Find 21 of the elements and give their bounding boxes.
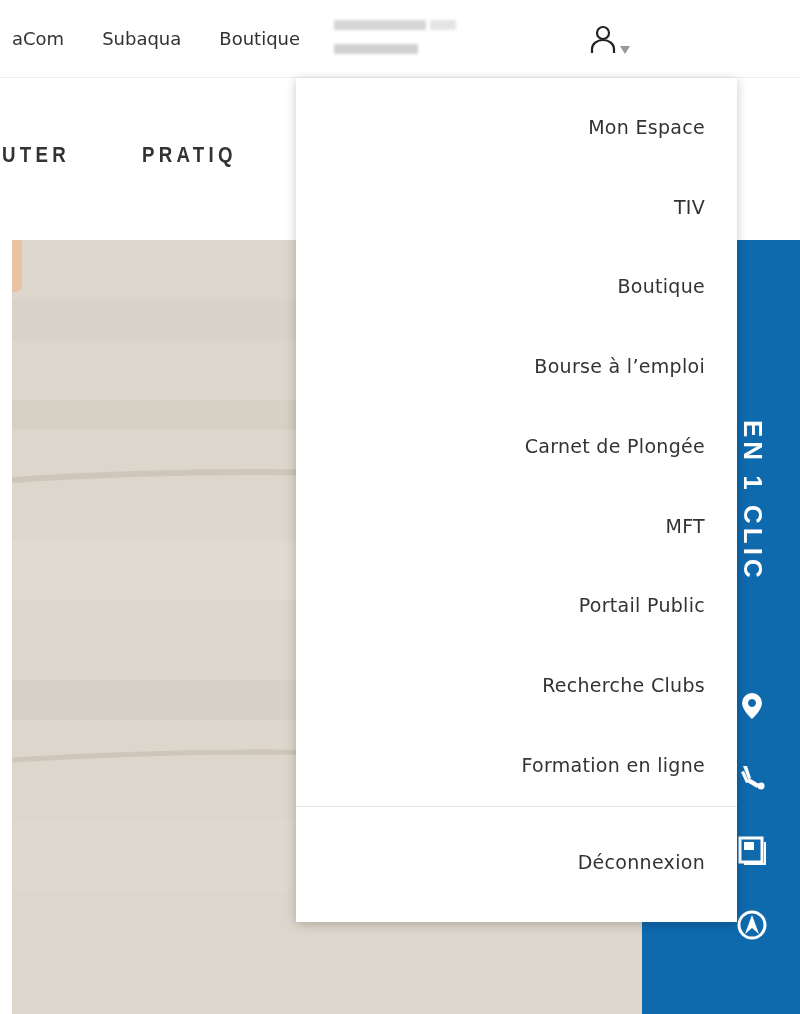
menu-item[interactable]: MFT — [665, 505, 705, 586]
menu-item[interactable]: Bourse à l’emploi — [534, 346, 705, 426]
menu-item[interactable]: Boutique — [617, 266, 705, 347]
nav-link[interactable]: Subaqua — [102, 28, 182, 49]
account-button[interactable] — [590, 23, 631, 54]
nav-link[interactable]: aCom — [12, 28, 65, 49]
map-pin-icon[interactable] — [741, 691, 763, 720]
nav-link[interactable]: UTER — [2, 142, 70, 168]
nav-link[interactable]: PRATIQ — [141, 142, 237, 168]
logbook-icon[interactable] — [738, 835, 766, 866]
compass-icon[interactable] — [737, 909, 767, 940]
menu-item[interactable]: Mon Espace — [588, 107, 705, 187]
logout-item[interactable]: Déconnexion — [577, 842, 705, 923]
menu-item[interactable]: Recherche Clubs — [542, 664, 705, 745]
menu-item[interactable]: Formation en ligne — [521, 744, 705, 825]
menu-item[interactable]: Carnet de Plongée — [524, 425, 705, 506]
panel-title: EN 1 CLIC — [736, 420, 768, 582]
nav-link[interactable]: Boutique — [219, 28, 301, 49]
user-icon — [590, 23, 617, 54]
menu-item[interactable]: TIV — [673, 186, 705, 267]
menu-item[interactable]: Portail Public — [578, 585, 705, 665]
